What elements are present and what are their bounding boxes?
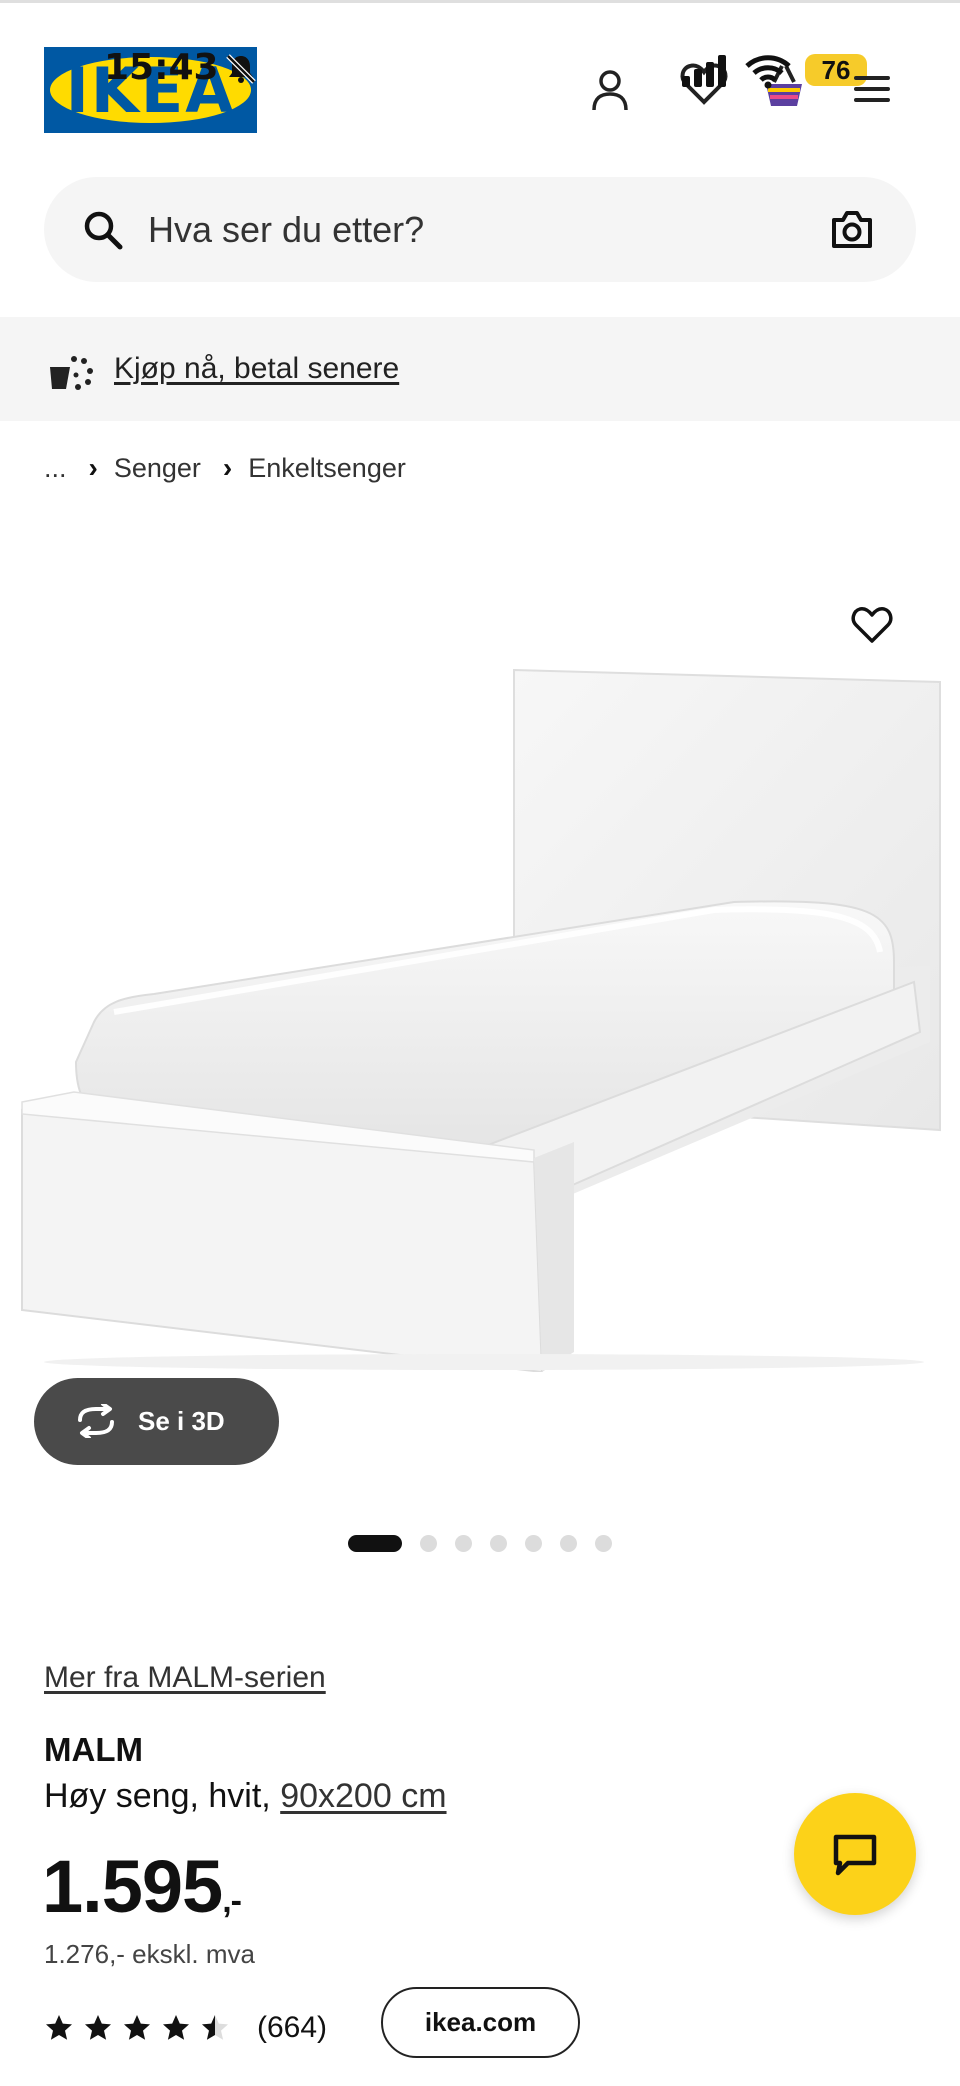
chat-button[interactable] xyxy=(794,1793,916,1915)
product-size-link[interactable]: 90x200 cm xyxy=(280,1777,446,1815)
site-url-pill[interactable]: ikea.com xyxy=(381,1987,580,2058)
price-ex-vat: 1.276,- ekskl. mva xyxy=(44,1939,255,1969)
breadcrumb-item-enkeltsenger[interactable]: Enkeltsenger xyxy=(248,453,406,484)
star-full-icon xyxy=(124,2015,150,2040)
breadcrumb: ... › Senger › Enkeltsenger xyxy=(44,450,406,486)
search-icon xyxy=(84,211,123,250)
product-rating[interactable]: (664) xyxy=(44,2008,327,2048)
camera-icon[interactable] xyxy=(830,208,874,250)
product-price: 1.595,- xyxy=(42,1842,242,1946)
gallery-dot[interactable] xyxy=(420,1534,437,1552)
promo-banner: Kjøp nå, betal senere xyxy=(0,317,960,421)
search-bar[interactable] xyxy=(44,177,916,282)
user-icon[interactable] xyxy=(590,68,630,112)
menu-icon[interactable] xyxy=(852,74,892,104)
star-full-icon xyxy=(85,2015,111,2040)
view-in-3d-button[interactable]: Se i 3D xyxy=(34,1378,279,1465)
price-main: 1.595 xyxy=(42,1845,223,1928)
header: IKEA 15:43 76 xyxy=(0,0,960,160)
add-to-wishlist-heart-icon[interactable] xyxy=(850,604,894,644)
breadcrumb-ellipsis[interactable]: ... xyxy=(44,453,67,484)
chevron-right-icon: › xyxy=(88,452,98,483)
wifi-icon xyxy=(745,55,791,89)
pay-later-icon xyxy=(50,356,93,390)
star-full-icon xyxy=(163,2015,189,2040)
gallery-dot[interactable] xyxy=(490,1534,507,1552)
breadcrumb-item-senger[interactable]: Senger xyxy=(114,453,201,484)
product-description: Høy seng, hvit, 90x200 cm xyxy=(44,1775,447,1817)
review-count: (664) xyxy=(257,2011,328,2044)
series-link[interactable]: Mer fra MALM-serien xyxy=(44,1658,326,1698)
gallery-dot[interactable] xyxy=(525,1534,542,1552)
view-in-3d-label: Se i 3D xyxy=(138,1406,225,1436)
product-image-bed[interactable] xyxy=(14,662,944,1372)
chevron-right-icon: › xyxy=(222,452,233,483)
gallery-dot[interactable] xyxy=(595,1534,612,1552)
star-full-icon xyxy=(46,2015,72,2040)
pay-later-link[interactable]: Kjøp nå, betal senere xyxy=(114,349,399,389)
star-half-icon xyxy=(202,2015,228,2040)
bell-muted-icon xyxy=(226,54,256,84)
search-input[interactable] xyxy=(148,197,788,262)
price-suffix: ,- xyxy=(222,1882,242,1920)
gallery-dot[interactable] xyxy=(560,1534,577,1552)
chat-bubble-icon xyxy=(833,1834,877,1876)
rotate-3d-icon xyxy=(78,1404,114,1438)
product-description-text: Høy seng, hvit, xyxy=(44,1777,271,1815)
product-name: MALM xyxy=(44,1731,143,1768)
signal-icon xyxy=(682,55,726,87)
gallery-dot-active[interactable] xyxy=(348,1534,402,1552)
status-time: 15:43 xyxy=(104,47,219,88)
gallery-pagination xyxy=(348,1534,630,1552)
gallery-dot[interactable] xyxy=(455,1534,472,1552)
